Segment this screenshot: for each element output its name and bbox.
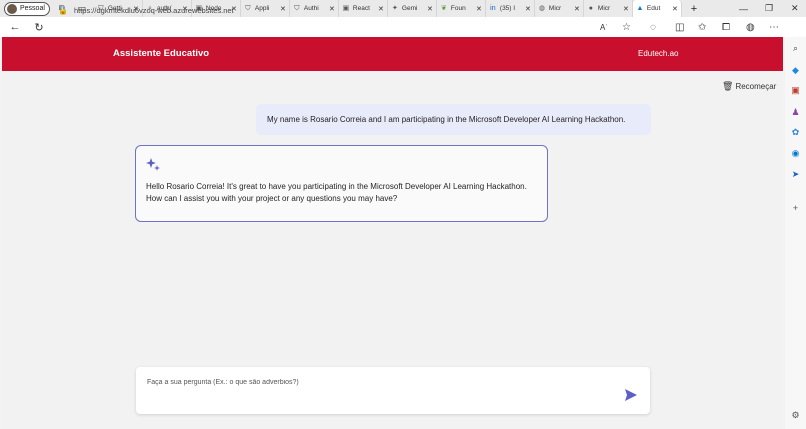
- favorite-star-icon[interactable]: ☆: [622, 17, 631, 37]
- brand-link[interactable]: Edutech.ao: [638, 49, 678, 58]
- edge-shield-icon[interactable]: ◌: [650, 17, 656, 37]
- read-aloud-button[interactable]: Aʾ: [600, 17, 608, 37]
- browser-toolbar: ← ↻: [0, 17, 806, 37]
- office-icon[interactable]: ✿: [789, 126, 802, 139]
- split-screen-icon[interactable]: ◫: [675, 17, 684, 37]
- close-tab-icon[interactable]: ✕: [672, 5, 678, 13]
- back-button[interactable]: ←: [6, 21, 24, 33]
- send-icon: [625, 389, 637, 401]
- profile-label: Pessoal: [20, 5, 45, 12]
- profile-button[interactable]: Pessoal: [4, 1, 50, 16]
- close-window-button[interactable]: ✕: [791, 0, 799, 17]
- web-page: Assistente Educativo Edutech.ao 🗑 Recome…: [2, 37, 783, 429]
- app-title: Assistente Educativo: [113, 48, 210, 59]
- send-button[interactable]: [624, 388, 638, 402]
- user-message-text: My name is Rosario Correia and I am part…: [267, 115, 626, 124]
- question-input[interactable]: [147, 376, 607, 388]
- app-header: Assistente Educativo Edutech.ao: [2, 37, 783, 71]
- refresh-button[interactable]: ↻: [30, 21, 48, 34]
- send-icon-sidebar[interactable]: ➤: [789, 168, 802, 181]
- lock-icon: 🔒: [58, 5, 68, 15]
- restart-button[interactable]: 🗑 Recomeçar: [722, 81, 776, 92]
- question-composer: [136, 367, 650, 414]
- more-menu-icon[interactable]: ⋯: [769, 17, 779, 37]
- collections-icon[interactable]: ⧠: [722, 17, 730, 37]
- user-message: My name is Rosario Correia and I am part…: [256, 104, 651, 135]
- tab-title: Edut: [646, 5, 661, 12]
- edge-sidebar: ⌕ ◆ ▣ ♟ ✿ ◉ ➤ + ⚙: [785, 37, 806, 429]
- avatar: [7, 3, 17, 14]
- new-tab-button[interactable]: +: [686, 3, 702, 15]
- address-bar[interactable]: 🔒 https://dgkmtekdlu6vzoq-web.azurewebsi…: [58, 2, 643, 18]
- favorites-icon[interactable]: ✩: [698, 17, 706, 37]
- toolbox-icon[interactable]: ▣: [789, 84, 802, 97]
- assistant-message-text: Hello Rosario Correia! It's great to hav…: [146, 182, 527, 203]
- url-text: https://dgkmtekdlu6vzoq-web.azurewebsite…: [73, 5, 234, 15]
- minimize-button[interactable]: —: [739, 0, 748, 17]
- maximize-button[interactable]: ❐: [765, 0, 773, 17]
- outlook-icon[interactable]: ◉: [789, 147, 802, 160]
- games-icon[interactable]: ♟: [789, 106, 802, 119]
- trash-icon: 🗑: [722, 81, 734, 91]
- search-icon[interactable]: ⌕: [789, 42, 802, 55]
- add-sidebar-app-icon[interactable]: +: [789, 202, 802, 215]
- restart-label: Recomeçar: [735, 82, 777, 91]
- shopping-tag-icon[interactable]: ◆: [789, 64, 802, 77]
- extension-icon[interactable]: ◍: [746, 17, 755, 37]
- sidebar-settings-icon[interactable]: ⚙: [789, 409, 802, 422]
- assistant-message: Hello Rosario Correia! It's great to hav…: [135, 145, 548, 222]
- read-aloud-icon: Aʾ: [600, 22, 608, 32]
- sparkle-icon: [146, 157, 537, 174]
